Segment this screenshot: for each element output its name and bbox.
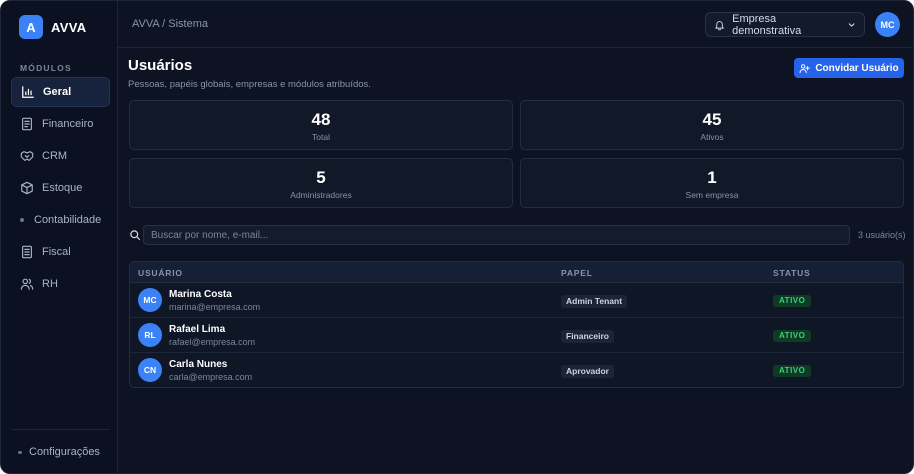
company-selected-label: Empresa demonstrativa: [732, 12, 802, 37]
table-row[interactable]: CN Carla Nunes carla@empresa.com Aprovad…: [130, 353, 903, 387]
sidebar-item-label: Geral: [43, 86, 72, 98]
stat-card-ativos: 45 Ativos: [520, 100, 904, 150]
sidebar: A AVVA MÓDULOS Geral Financeiro CRM Esto…: [1, 1, 118, 473]
stat-label: Ativos: [700, 132, 724, 142]
sidebar-item-label: Contabilidade: [34, 214, 102, 226]
sidebar-item-label: Fiscal: [42, 246, 71, 258]
users-table: USUÁRIO PAPEL STATUS MC Marina Costa mar…: [129, 261, 904, 388]
handshake-icon: [20, 151, 34, 161]
status-badge: ATIVO: [773, 295, 812, 307]
avatar: CN: [138, 358, 162, 382]
stat-card-total: 48 Total: [129, 100, 513, 150]
user-email: rafael@empresa.com: [169, 337, 256, 347]
user-email: marina@empresa.com: [169, 302, 261, 312]
sidebar-item-estoque[interactable]: Estoque: [11, 173, 110, 203]
user-name: Rafael Lima: [169, 324, 226, 335]
stat-value: 45: [702, 110, 722, 129]
search-input[interactable]: [143, 225, 850, 245]
sidebar-item-label: Estoque: [42, 182, 83, 194]
sidebar-item-crm[interactable]: CRM: [11, 141, 110, 171]
bar-chart-icon: [22, 86, 34, 98]
sidebar-divider: [11, 429, 110, 430]
sidebar-item-contabilidade[interactable]: Contabilidade: [11, 205, 110, 235]
dot-icon: [20, 218, 24, 222]
sidebar-item-label: RH: [42, 278, 58, 290]
column-header-role[interactable]: PAPEL: [561, 268, 593, 278]
column-header-status[interactable]: STATUS: [773, 268, 811, 278]
app-window: A AVVA MÓDULOS Geral Financeiro CRM Esto…: [0, 0, 914, 474]
table-row[interactable]: RL Rafael Lima rafael@empresa.com Financ…: [130, 318, 903, 353]
users-icon: [20, 278, 34, 290]
sidebar-item-label: Financeiro: [42, 118, 94, 130]
dot-icon: [18, 450, 22, 454]
sidebar-nav: Geral Financeiro CRM Estoque Contabilida…: [11, 77, 110, 301]
brand-name: AVVA: [51, 19, 87, 35]
brand[interactable]: A AVVA: [19, 15, 86, 39]
receipt-icon: [22, 117, 32, 131]
sidebar-section-label: MÓDULOS: [20, 63, 72, 73]
brand-logo: A: [19, 15, 43, 39]
user-avatar[interactable]: MC: [875, 12, 900, 37]
avatar: RL: [138, 323, 162, 347]
sidebar-item-geral[interactable]: Geral: [11, 77, 110, 107]
user-email: carla@empresa.com: [169, 372, 253, 382]
column-header-user[interactable]: USUÁRIO: [138, 268, 183, 278]
status-badge: ATIVO: [773, 330, 812, 342]
stat-value: 1: [707, 168, 717, 187]
sidebar-item-financeiro[interactable]: Financeiro: [11, 109, 110, 139]
avatar: MC: [138, 288, 162, 312]
role-badge: Admin Tenant: [561, 295, 628, 308]
sidebar-item-fiscal[interactable]: Fiscal: [11, 237, 110, 267]
role-badge: Financeiro: [561, 330, 614, 343]
settings-label: Configurações: [29, 446, 100, 458]
stat-card-administradores: 5 Administradores: [129, 158, 513, 208]
sidebar-item-label: CRM: [42, 150, 68, 162]
stat-label: Administradores: [290, 190, 352, 200]
breadcrumb: AVVA / Sistema: [132, 18, 209, 30]
table-header: USUÁRIO PAPEL STATUS: [130, 262, 903, 283]
page-subtitle: Pessoas, papéis globais, empresas e módu…: [128, 79, 371, 90]
invite-user-label: Convidar Usuário: [815, 62, 899, 74]
stat-value: 48: [311, 110, 331, 129]
stat-value: 5: [316, 168, 326, 187]
status-badge: ATIVO: [773, 365, 812, 377]
stat-label: Total: [312, 132, 330, 142]
bell-icon: [715, 20, 724, 30]
box-icon: [21, 181, 33, 195]
search-icon: [130, 230, 141, 241]
invite-user-button[interactable]: Convidar Usuário: [794, 58, 904, 78]
topbar: AVVA / Sistema Empresa demonstrativa MC: [118, 1, 913, 48]
user-name: Carla Nunes: [169, 359, 228, 370]
user-name: Marina Costa: [169, 289, 232, 300]
table-row[interactable]: MC Marina Costa marina@empresa.com Admin…: [130, 283, 903, 318]
stat-label: Sem empresa: [685, 190, 739, 200]
stat-card-sem-empresa: 1 Sem empresa: [520, 158, 904, 208]
company-selector[interactable]: Empresa demonstrativa: [705, 12, 865, 37]
chevron-down-icon: [848, 22, 855, 27]
sidebar-item-configuracoes[interactable]: Configurações: [18, 446, 100, 458]
user-plus-icon: [799, 63, 811, 73]
document-icon: [22, 245, 32, 259]
page-title: Usuários: [128, 57, 193, 74]
sidebar-item-rh[interactable]: RH: [11, 269, 110, 299]
result-count: 3 usuário(s): [858, 230, 906, 240]
role-badge: Aprovador: [561, 365, 614, 378]
